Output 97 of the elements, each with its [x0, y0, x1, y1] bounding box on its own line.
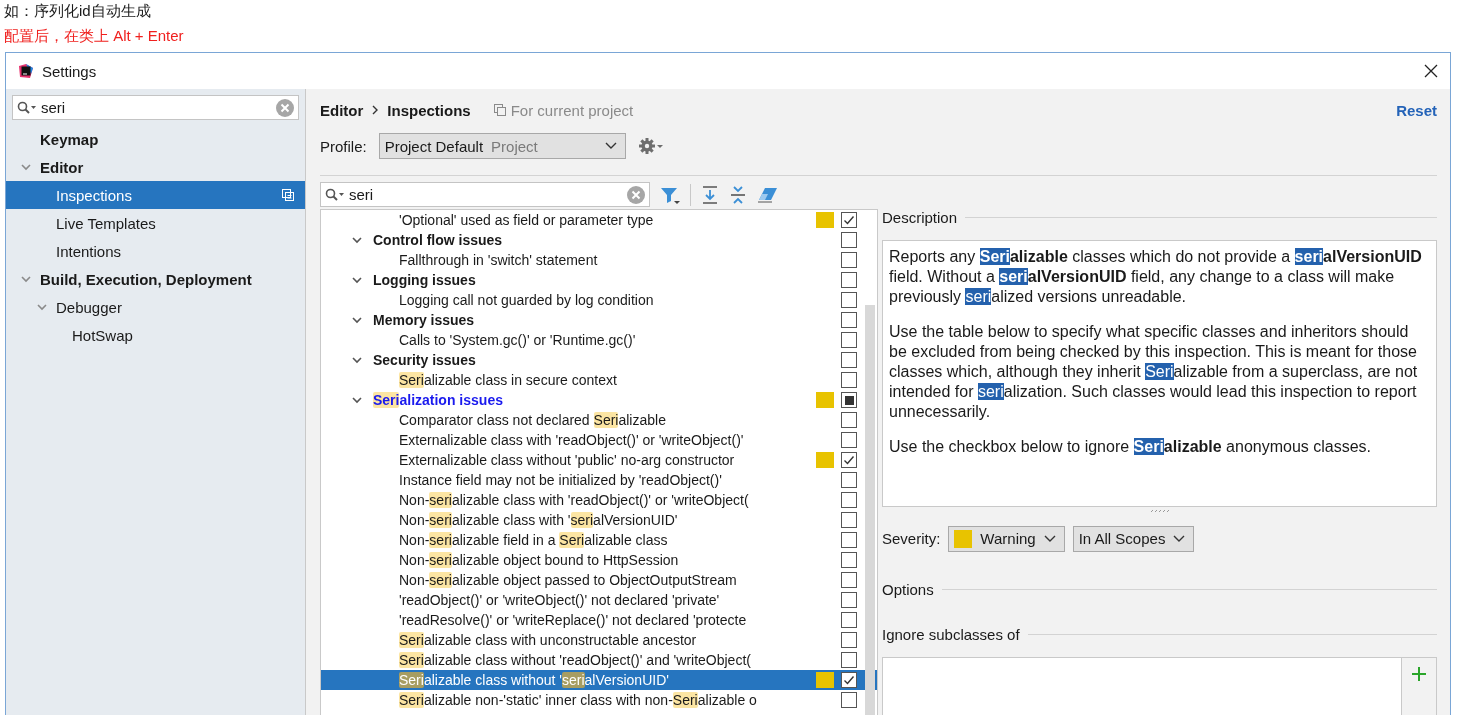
chevron-down-icon[interactable] — [351, 354, 363, 366]
inspection-row[interactable]: Security issues — [321, 350, 877, 370]
scope-dropdown[interactable]: In All Scopes — [1072, 525, 1195, 552]
checkbox[interactable] — [841, 272, 857, 288]
chevron-down-icon[interactable] — [351, 234, 363, 246]
checkbox[interactable] — [841, 492, 857, 508]
close-icon[interactable] — [1424, 64, 1438, 78]
inspection-row[interactable]: Non-serializable class with 'readObject()' or 'writeObject( — [321, 490, 877, 510]
add-icon[interactable] — [1411, 666, 1427, 682]
eraser-icon[interactable] — [757, 185, 779, 204]
checkbox[interactable] — [841, 252, 857, 268]
caret-icon — [1173, 534, 1186, 543]
reset-link[interactable]: Reset — [1396, 101, 1437, 119]
inspection-row[interactable]: Logging call not guarded by log condition — [321, 290, 877, 310]
nav-item[interactable]: Editor — [6, 153, 305, 181]
search-icon — [325, 187, 345, 202]
checkbox[interactable] — [841, 572, 857, 588]
severity-dropdown[interactable]: Warning — [948, 525, 1065, 552]
checkbox[interactable] — [841, 672, 857, 688]
checkbox[interactable] — [841, 232, 857, 248]
checkbox[interactable] — [841, 592, 857, 608]
checkbox[interactable] — [841, 472, 857, 488]
inspection-row[interactable]: Fallthrough in 'switch' statement — [321, 250, 877, 270]
chevron-right-icon — [371, 105, 380, 115]
nav-item[interactable]: Intentions — [6, 237, 305, 265]
scrollbar[interactable] — [865, 305, 875, 715]
inspection-row[interactable]: Externalizable class without 'public' no-arg constructor — [321, 450, 877, 470]
checkbox[interactable] — [841, 552, 857, 568]
app-logo-icon — [18, 63, 34, 79]
checkbox[interactable] — [841, 692, 857, 708]
checkbox[interactable] — [841, 612, 857, 628]
caret-icon — [1043, 534, 1056, 543]
inspection-row[interactable]: 'Optional' used as field or parameter type — [321, 210, 877, 230]
description-paragraph: Use the checkbox below to ignore Serializable anonymous classes. — [889, 437, 1373, 457]
inspection-row[interactable]: Control flow issues — [321, 230, 877, 250]
inspection-row[interactable]: Serializable class without 'readObject()' and 'writeObject( — [321, 650, 877, 670]
checkbox[interactable] — [841, 432, 857, 448]
inspection-row[interactable]: Serializable non-'static' inner class with non-Serializable o — [321, 690, 877, 710]
window-title: Settings — [42, 62, 97, 80]
caption-text: 如：序列化id自动生成 — [4, 2, 151, 19]
inspection-row[interactable]: 'readResolve()' or 'writeReplace()' not declared 'protecte — [321, 610, 877, 630]
checkbox[interactable] — [841, 632, 857, 648]
checkbox[interactable] — [841, 412, 857, 428]
checkbox[interactable] — [841, 392, 857, 408]
chevron-down-icon[interactable] — [351, 394, 363, 406]
scope-note: For current project — [510, 101, 634, 119]
checkbox[interactable] — [841, 652, 857, 668]
inspection-row[interactable]: Serializable class in secure context — [321, 370, 877, 390]
search-field[interactable]: seri — [12, 95, 299, 120]
nav-item[interactable]: Debugger — [6, 293, 305, 321]
inspection-row[interactable]: Logging issues — [321, 270, 877, 290]
inspection-row[interactable]: Comparator class not declared Serializable — [321, 410, 877, 430]
description-paragraph: Use the table below to specify what specific classes and inheritors should be excluded from being checked by this inspection. This is meant for those classes which, although they inherit Serializable from a superclass, are not intended for serialization. Such classes would lead this inspection to report unnecessarily. — [889, 322, 1419, 422]
breadcrumb-item: Inspections — [387, 101, 471, 119]
expand-all-icon[interactable] — [701, 184, 719, 205]
search-field[interactable]: seri — [320, 182, 650, 207]
collapse-all-icon[interactable] — [729, 184, 747, 205]
nav-item[interactable]: Build, Execution, Deployment — [6, 265, 305, 293]
section-title: Options — [882, 580, 934, 598]
nav-item[interactable]: Inspections — [6, 181, 305, 209]
checkbox[interactable] — [841, 532, 857, 548]
inspection-row[interactable]: Non-serializable field in a Serializable class — [321, 530, 877, 550]
nav-item[interactable]: HotSwap — [6, 321, 305, 349]
severity-label: Severity: — [882, 530, 941, 547]
profile-dropdown[interactable]: Project Default Project — [378, 133, 626, 159]
inspection-row[interactable]: Calls to 'System.gc()' or 'Runtime.gc()' — [321, 330, 877, 350]
section-title: Description — [882, 208, 958, 226]
copy-icon — [492, 103, 507, 117]
inspection-row[interactable]: Non-serializable class with 'serialVersionUID' — [321, 510, 877, 530]
caret-icon — [604, 142, 617, 150]
checkbox[interactable] — [841, 512, 857, 528]
inspection-row[interactable]: Serializable class with unconstructable ancestor — [321, 630, 877, 650]
inspection-row[interactable]: Serialization issues — [321, 390, 877, 410]
checkbox[interactable] — [841, 332, 857, 348]
inspection-row[interactable]: Memory issues — [321, 310, 877, 330]
breadcrumb-item[interactable]: Editor — [320, 101, 364, 119]
nav-item[interactable]: Keymap — [6, 125, 305, 153]
inspection-row[interactable]: 'readObject()' or 'writeObject()' not declared 'private' — [321, 590, 877, 610]
nav-item[interactable]: Live Templates — [6, 209, 305, 237]
checkbox[interactable] — [841, 372, 857, 388]
chevron-down-icon[interactable] — [351, 314, 363, 326]
checkbox[interactable] — [841, 292, 857, 308]
checkbox[interactable] — [841, 212, 857, 228]
splitter-grip-icon[interactable] — [1149, 509, 1170, 513]
inspection-row[interactable]: Non-serializable object passed to ObjectOutputStream — [321, 570, 877, 590]
search-icon — [17, 100, 37, 115]
inspection-row[interactable]: Non-serializable object bound to HttpSession — [321, 550, 877, 570]
section-title: Ignore subclasses of — [882, 625, 1020, 643]
checkbox[interactable] — [841, 312, 857, 328]
checkbox[interactable] — [841, 452, 857, 468]
checkbox[interactable] — [841, 352, 857, 368]
inspection-row[interactable]: Externalizable class with 'readObject()' or 'writeObject()' — [321, 430, 877, 450]
chevron-down-icon[interactable] — [351, 274, 363, 286]
gear-icon[interactable] — [637, 137, 664, 155]
inspection-row[interactable]: Instance field may not be initialized by 'readObject()' — [321, 470, 877, 490]
caption-text: 配置后，在类上 Alt + Enter — [4, 27, 184, 44]
profile-label: Profile: — [320, 137, 367, 155]
